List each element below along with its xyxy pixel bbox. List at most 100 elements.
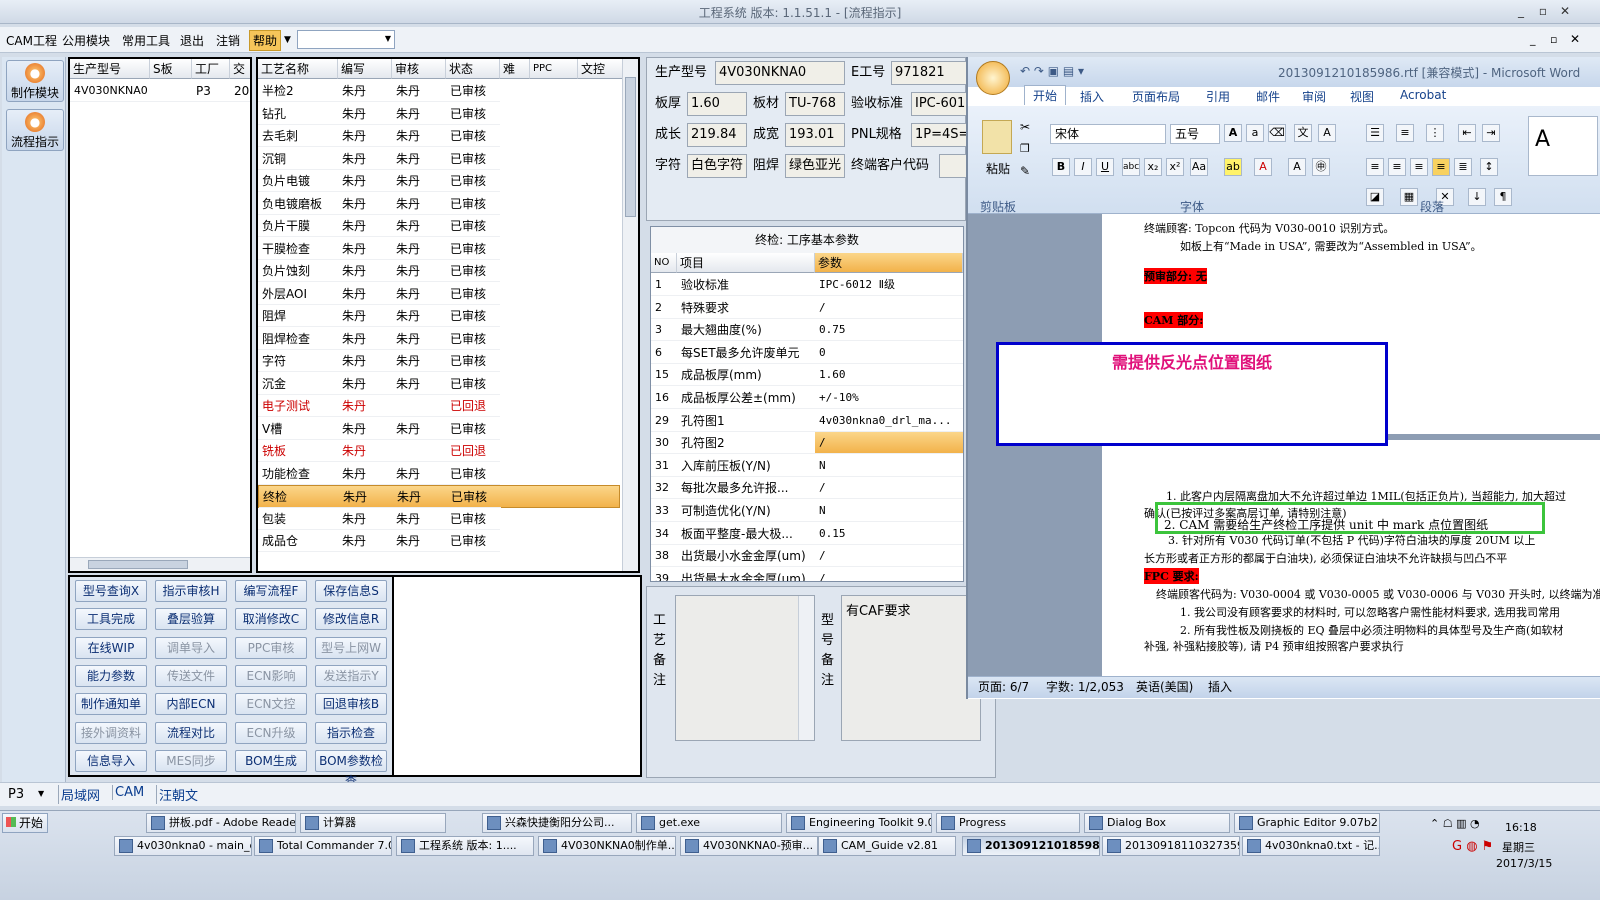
action-button[interactable]: 接外调资料 <box>75 721 147 744</box>
col-param[interactable]: 参数 <box>815 253 963 273</box>
action-button[interactable]: 保存信息S <box>315 580 387 602</box>
menu-exit[interactable]: 退出 <box>180 32 204 49</box>
clock-time[interactable]: 16:18 <box>1505 821 1537 834</box>
font-size-select[interactable]: 五号 <box>1170 124 1220 144</box>
quick-access-icon[interactable]: ↶ ↷ ▣ ▤ ▾ <box>1020 64 1084 78</box>
increase-indent-icon[interactable]: ⇥ <box>1482 124 1500 142</box>
param-row[interactable]: 2 特殊要求 / <box>651 297 963 320</box>
char-shading-icon[interactable]: A <box>1288 158 1306 176</box>
taskbar-item[interactable]: get.exe <box>636 813 782 833</box>
ribbon-tab[interactable]: Acrobat <box>1400 88 1446 102</box>
font-name-select[interactable]: 宋体 <box>1050 124 1166 144</box>
action-button[interactable]: 信息导入 <box>75 749 147 772</box>
param-row[interactable]: 6 每SET最多允许废单元 0 <box>651 342 963 365</box>
action-button[interactable]: 调单导入 <box>155 636 227 659</box>
close-button[interactable]: ✕ <box>1556 3 1574 19</box>
styles-gallery[interactable]: A <box>1528 116 1598 176</box>
col-item[interactable]: 项目 <box>677 253 815 273</box>
taskbar-item[interactable]: 2013091210185986... <box>962 836 1100 856</box>
action-button[interactable]: BOM参数检查 <box>315 749 387 788</box>
action-button[interactable]: 能力参数 <box>75 664 147 687</box>
action-button[interactable]: 内部ECN <box>155 693 227 716</box>
start-button[interactable]: 开始 <box>2 813 48 833</box>
shrink-font-icon[interactable]: a <box>1246 124 1264 142</box>
clock-date[interactable]: 2017/3/15 <box>1496 857 1552 870</box>
taskbar-item[interactable]: Progress <box>936 813 1080 833</box>
param-row[interactable]: 31 入库前压板(Y/N) N <box>651 455 963 478</box>
col-status[interactable]: 状态 <box>446 59 500 79</box>
param-row[interactable]: 32 每批次最多允许报... / <box>651 477 963 500</box>
field-width[interactable]: 193.01 <box>785 123 845 147</box>
taskbar-item[interactable]: 兴森快捷衡阳分公司... <box>482 813 632 833</box>
process-row[interactable]: 外层AOI 朱丹 朱丹 已审核 <box>258 283 620 306</box>
highlight-icon[interactable]: ab <box>1224 158 1242 176</box>
action-button[interactable]: 修改信息R <box>315 608 387 631</box>
sort-icon[interactable]: ↓ <box>1468 188 1486 206</box>
taskbar-item[interactable]: 4v030nkna0.txt - 记... <box>1242 836 1380 856</box>
align-right-icon[interactable]: ≡ <box>1410 158 1428 176</box>
action-button[interactable]: 工具完成 <box>75 608 147 631</box>
field-thickness[interactable]: 1.60 <box>687 92 747 116</box>
action-button[interactable]: 叠层验算 <box>155 608 227 631</box>
hscroll-thumb[interactable] <box>88 560 188 569</box>
col-no[interactable]: NO <box>651 253 677 273</box>
param-row[interactable]: 16 成品板厚公差±(mm) +/-10% <box>651 387 963 410</box>
minimize-button[interactable]: _ <box>1512 3 1530 19</box>
action-button[interactable]: 指示检查 <box>315 721 387 744</box>
action-button[interactable]: BOM生成 <box>235 749 307 772</box>
menu-dropdown-icon[interactable]: ▼ <box>284 35 291 45</box>
cut-icon[interactable]: ✂ <box>1020 120 1030 134</box>
underline-icon[interactable]: U <box>1096 158 1114 176</box>
status-language[interactable]: 英语(美国) <box>1136 677 1193 697</box>
align-left-icon[interactable]: ≡ <box>1366 158 1384 176</box>
field-eng[interactable]: 971821 <box>891 61 967 85</box>
taskbar-item[interactable]: Engineering Toolkit 9.0... <box>786 813 932 833</box>
process-row[interactable]: 负电镀磨板 朱丹 朱丹 已审核 <box>258 193 620 216</box>
taskbar-item[interactable]: CAM_Guide v2.81 <box>818 836 956 856</box>
mdi-restore-button[interactable]: ▫ <box>1550 33 1557 46</box>
craft-remark-scroll[interactable] <box>798 596 814 740</box>
process-row[interactable]: 负片电镀 朱丹 朱丹 已审核 <box>258 170 620 193</box>
process-row[interactable]: V槽 朱丹 朱丹 已审核 <box>258 418 620 441</box>
superscript-icon[interactable]: x² <box>1166 158 1184 176</box>
process-row[interactable]: 半检2 朱丹 朱丹 已审核 <box>258 80 620 103</box>
menu-help[interactable]: 帮助 <box>249 30 282 51</box>
action-button[interactable]: 编写流程F <box>235 580 307 602</box>
footer-tab-cam[interactable]: CAM <box>112 785 144 800</box>
footer-tab-lan[interactable]: 局域网 <box>58 785 100 804</box>
subscript-icon[interactable]: x₂ <box>1144 158 1162 176</box>
taskbar-item[interactable]: 拼板.pdf - Adobe Reader <box>146 813 296 833</box>
field-pnl[interactable]: 1P=4S=4 <box>911 123 967 147</box>
bold-icon[interactable]: B <box>1052 158 1070 176</box>
italic-icon[interactable]: I <box>1074 158 1092 176</box>
action-button[interactable]: ECN文控 <box>235 693 307 716</box>
col-model[interactable]: 生产型号 <box>70 59 150 79</box>
process-row[interactable]: 沉铜 朱丹 朱丹 已审核 <box>258 148 620 171</box>
process-row[interactable]: 成品仓 朱丹 朱丹 已审核 <box>258 530 620 553</box>
office-button-icon[interactable] <box>976 61 1010 95</box>
menu-cam[interactable]: CAM工程 <box>6 32 57 49</box>
strike-icon[interactable]: abc <box>1122 158 1140 176</box>
multilevel-icon[interactable]: ⋮ <box>1426 124 1444 142</box>
param-row[interactable]: 29 孔符图1 4v030nkna0_drl_ma... <box>651 410 963 433</box>
mdi-minimize-button[interactable]: _ <box>1530 33 1536 46</box>
col-s-board[interactable]: S板 <box>150 59 192 79</box>
process-row[interactable]: 干膜检查 朱丹 朱丹 已审核 <box>258 238 620 261</box>
action-button[interactable]: MES同步 <box>155 749 227 772</box>
param-row[interactable]: 15 成品板厚(mm) 1.60 <box>651 364 963 387</box>
ribbon-tab[interactable]: 引用 <box>1206 88 1230 105</box>
char-border-icon[interactable]: A <box>1318 124 1336 142</box>
status-words[interactable]: 字数: 1/2,053 <box>1046 677 1124 697</box>
param-row[interactable]: 30 孔符图2/ <box>651 432 963 455</box>
param-row[interactable]: 1 验收标准 IPC-6012 Ⅱ级 <box>651 274 963 297</box>
action-button[interactable]: ECN影响 <box>235 664 307 687</box>
action-button[interactable]: 型号上网W <box>315 636 387 659</box>
paste-icon[interactable] <box>982 120 1012 154</box>
process-row[interactable]: 负片干膜 朱丹 朱丹 已审核 <box>258 215 620 238</box>
taskbar-item[interactable]: Graphic Editor 9.07b2 (... <box>1234 813 1380 833</box>
action-button[interactable]: 回退审核B <box>315 693 387 716</box>
clock-weekday[interactable]: 星期三 <box>1502 839 1535 855</box>
taskbar-item[interactable]: 20130918110327359... <box>1102 836 1240 856</box>
action-button[interactable]: 取消修改C <box>235 608 307 631</box>
taskbar-item[interactable]: 计算器 <box>300 813 446 833</box>
